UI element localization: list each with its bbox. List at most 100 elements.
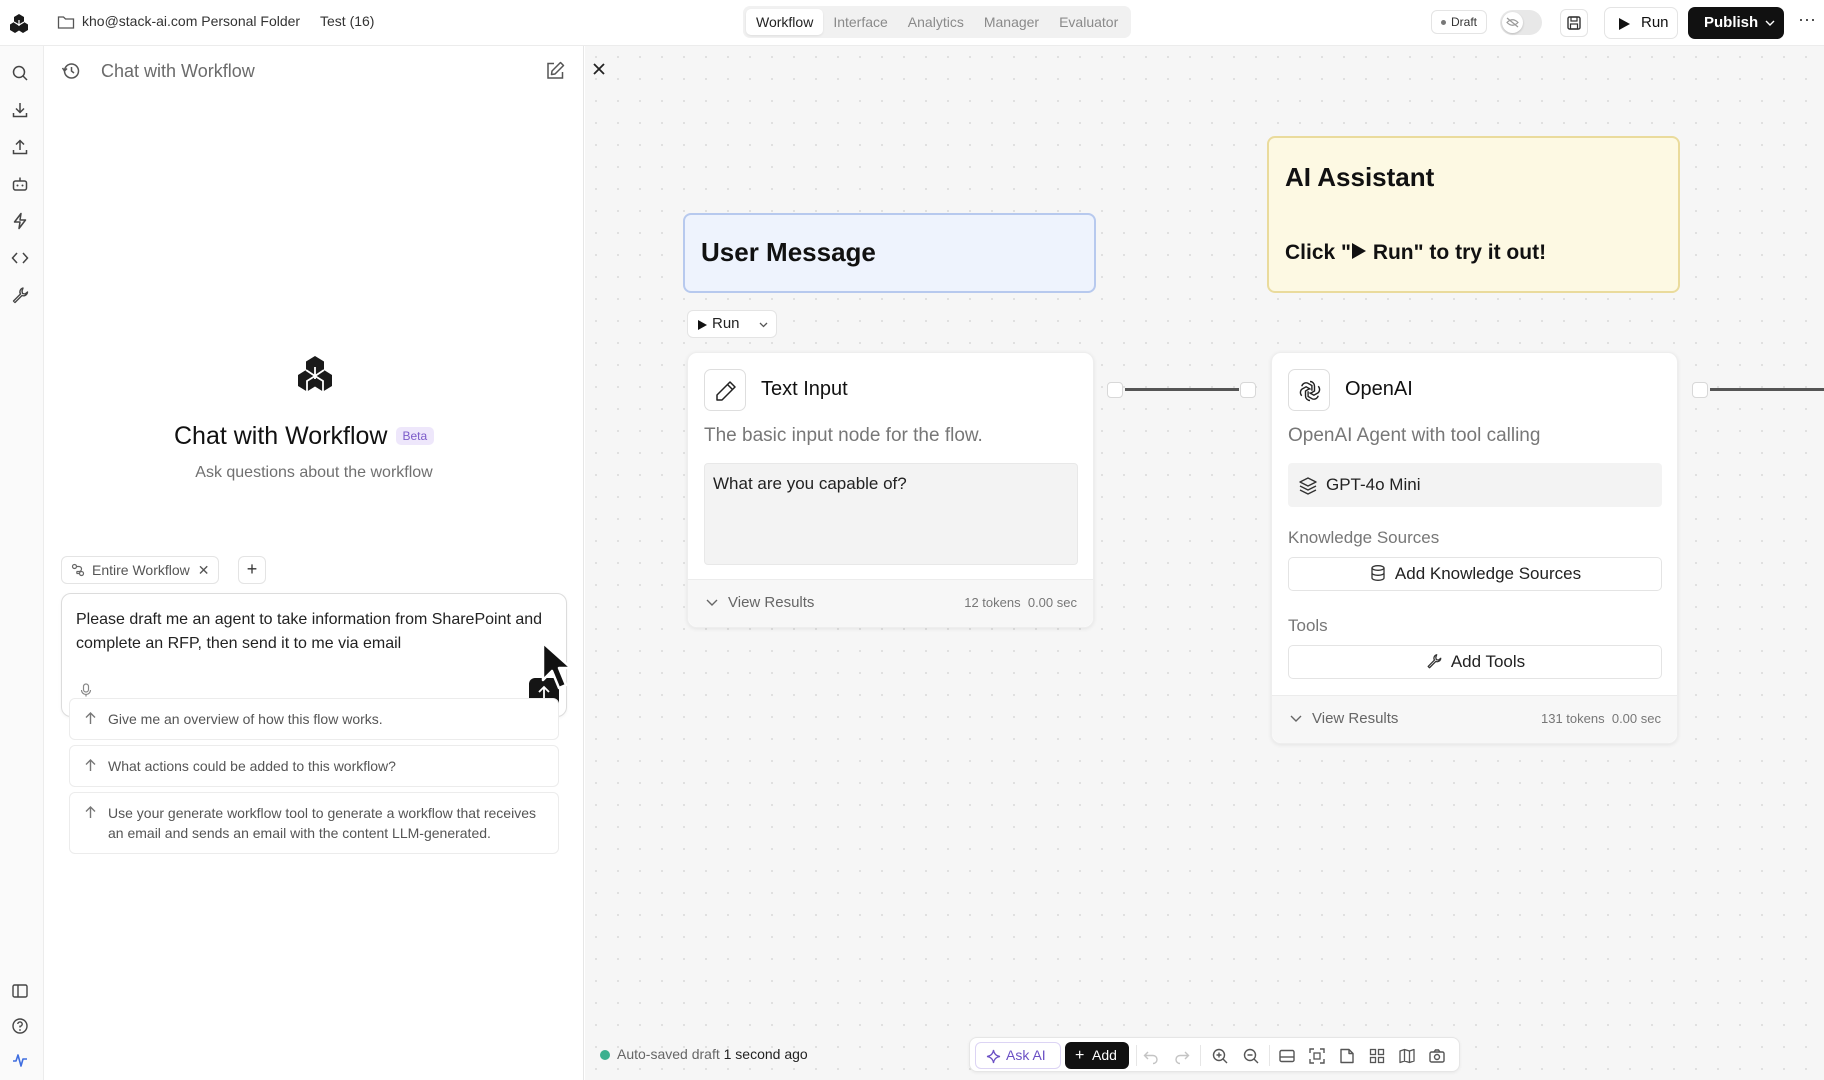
toolbar-divider: [1269, 1045, 1270, 1066]
help-icon[interactable]: [10, 1016, 30, 1036]
model-selector[interactable]: GPT-4o Mini: [1288, 463, 1662, 507]
add-tools-button[interactable]: Add Tools: [1288, 645, 1662, 679]
add-knowledge-sources-button[interactable]: Add Knowledge Sources: [1288, 557, 1662, 591]
tab-analytics[interactable]: Analytics: [898, 9, 974, 35]
project-breadcrumb[interactable]: Test (16): [320, 13, 374, 29]
autosave-status: Auto-saved draft 1 second ago: [600, 1046, 808, 1062]
arrow-up-icon: [85, 806, 96, 818]
node-description: The basic input node for the flow.: [704, 425, 983, 446]
folder-breadcrumb[interactable]: kho@stack-ai.com Personal Folder: [82, 13, 300, 29]
hero-title-text: Chat with Workflow: [174, 422, 388, 450]
context-chip[interactable]: Entire Workflow ✕: [61, 556, 219, 584]
run-button[interactable]: Run: [1604, 7, 1678, 39]
suggestion-item[interactable]: Use your generate workflow tool to gener…: [69, 792, 559, 854]
plus-icon: +: [1075, 1047, 1085, 1064]
screenshot-icon[interactable]: [1428, 1047, 1446, 1065]
note-body: Click " Run" to try it out!: [1285, 241, 1546, 265]
hero-title: Chat with Workflow Beta: [174, 422, 435, 451]
output-port[interactable]: [1692, 382, 1708, 398]
left-rail: [0, 46, 44, 1080]
tab-interface[interactable]: Interface: [823, 9, 897, 35]
connection-edge[interactable]: [1125, 388, 1239, 391]
more-options-button[interactable]: ···: [1795, 10, 1819, 34]
publish-label: Publish: [1704, 14, 1759, 31]
sidebar-toggle-icon[interactable]: [10, 981, 30, 1001]
chat-panel: Chat with Workflow Chat with Workflow Bet…: [44, 46, 584, 1080]
play-icon: [698, 320, 707, 330]
user-message-note[interactable]: User Message: [683, 213, 1096, 293]
add-label: Add: [1092, 1047, 1117, 1063]
code-icon[interactable]: [10, 248, 30, 268]
lightning-icon[interactable]: [10, 211, 30, 231]
play-icon: [1619, 18, 1630, 30]
zoom-in-icon[interactable]: [1211, 1047, 1229, 1065]
elapsed-time: 0.00 sec: [1027, 595, 1077, 610]
fit-view-icon[interactable]: [1308, 1047, 1326, 1065]
search-icon[interactable]: [10, 63, 30, 83]
chevron-down-icon[interactable]: [1765, 20, 1775, 27]
note-body-suffix: " to try it out!: [1413, 241, 1547, 264]
add-node-button[interactable]: + Add: [1065, 1042, 1129, 1069]
add-context-button[interactable]: +: [238, 556, 266, 584]
upload-icon[interactable]: [10, 137, 30, 157]
status-badge: Draft: [1431, 10, 1488, 34]
undo-icon[interactable]: [1142, 1047, 1160, 1065]
input-port[interactable]: [1240, 382, 1256, 398]
publish-button[interactable]: Publish: [1688, 7, 1784, 39]
arrow-up-icon: [85, 759, 96, 771]
download-icon[interactable]: [10, 100, 30, 120]
ai-assistant-note[interactable]: AI Assistant Click " Run" to try it out!: [1267, 136, 1680, 293]
database-icon: [1371, 565, 1385, 581]
connection-edge[interactable]: [1710, 388, 1824, 391]
chevron-down-icon[interactable]: [1290, 715, 1302, 723]
remove-context-icon[interactable]: ✕: [198, 562, 210, 578]
sparkle-icon: [986, 1049, 1001, 1064]
activity-icon[interactable]: [10, 1050, 30, 1070]
layout-icon[interactable]: [1278, 1047, 1296, 1065]
wrench-icon[interactable]: [10, 285, 30, 305]
preview-toggle[interactable]: [1500, 10, 1542, 35]
tab-evaluator[interactable]: Evaluator: [1049, 9, 1128, 35]
chat-input[interactable]: Please draft me an agent to take informa…: [76, 608, 556, 656]
eye-off-icon: [1506, 17, 1519, 28]
new-chat-icon[interactable]: [544, 60, 566, 82]
microphone-icon[interactable]: [78, 682, 94, 698]
stack-ai-logo-icon[interactable]: [7, 12, 31, 36]
chevron-down-icon[interactable]: [706, 599, 718, 607]
node-run-button[interactable]: Run: [687, 310, 777, 338]
grid-icon[interactable]: [1368, 1047, 1386, 1065]
panel-title: Chat with Workflow: [101, 61, 255, 81]
bot-icon[interactable]: [10, 174, 30, 194]
suggestion-item[interactable]: What actions could be added to this work…: [69, 745, 559, 787]
workflow-icon: [71, 563, 85, 577]
arrow-up-icon: [85, 712, 96, 724]
output-port[interactable]: [1107, 382, 1123, 398]
node-footer: View Results 12 tokens 0.00 sec: [688, 579, 1093, 627]
tab-manager[interactable]: Manager: [974, 9, 1049, 35]
zoom-out-icon[interactable]: [1242, 1047, 1260, 1065]
redo-icon[interactable]: [1173, 1047, 1191, 1065]
pencil-icon: [716, 381, 736, 401]
chevron-down-icon[interactable]: [759, 322, 768, 328]
wrench-icon: [1427, 654, 1442, 669]
layers-icon: [1299, 477, 1317, 495]
stack-ai-hero-logo-icon: [298, 356, 332, 392]
view-results-button[interactable]: View Results: [728, 594, 814, 611]
beta-badge: Beta: [395, 427, 435, 445]
toolbar-divider: [1136, 1045, 1137, 1066]
suggestion-item[interactable]: Give me an overview of how this flow wor…: [69, 698, 559, 740]
node-icon-box: [704, 369, 746, 411]
text-input-node[interactable]: Text Input The basic input node for the …: [687, 352, 1094, 628]
ask-ai-button[interactable]: Ask AI: [975, 1042, 1061, 1069]
view-results-button[interactable]: View Results: [1312, 710, 1398, 727]
tab-workflow[interactable]: Workflow: [746, 9, 824, 35]
note-icon[interactable]: [1338, 1047, 1356, 1065]
text-input-field[interactable]: What are you capable of?: [704, 463, 1078, 565]
history-icon[interactable]: [60, 60, 82, 82]
save-button[interactable]: [1560, 9, 1588, 37]
canvas-toolbar: Ask AI + Add: [969, 1037, 1460, 1072]
main-tabs: Workflow Interface Analytics Manager Eva…: [743, 6, 1132, 38]
map-icon[interactable]: [1398, 1047, 1416, 1065]
openai-node[interactable]: OpenAI OpenAI Agent with tool calling GP…: [1271, 352, 1678, 744]
close-icon[interactable]: [590, 60, 608, 78]
